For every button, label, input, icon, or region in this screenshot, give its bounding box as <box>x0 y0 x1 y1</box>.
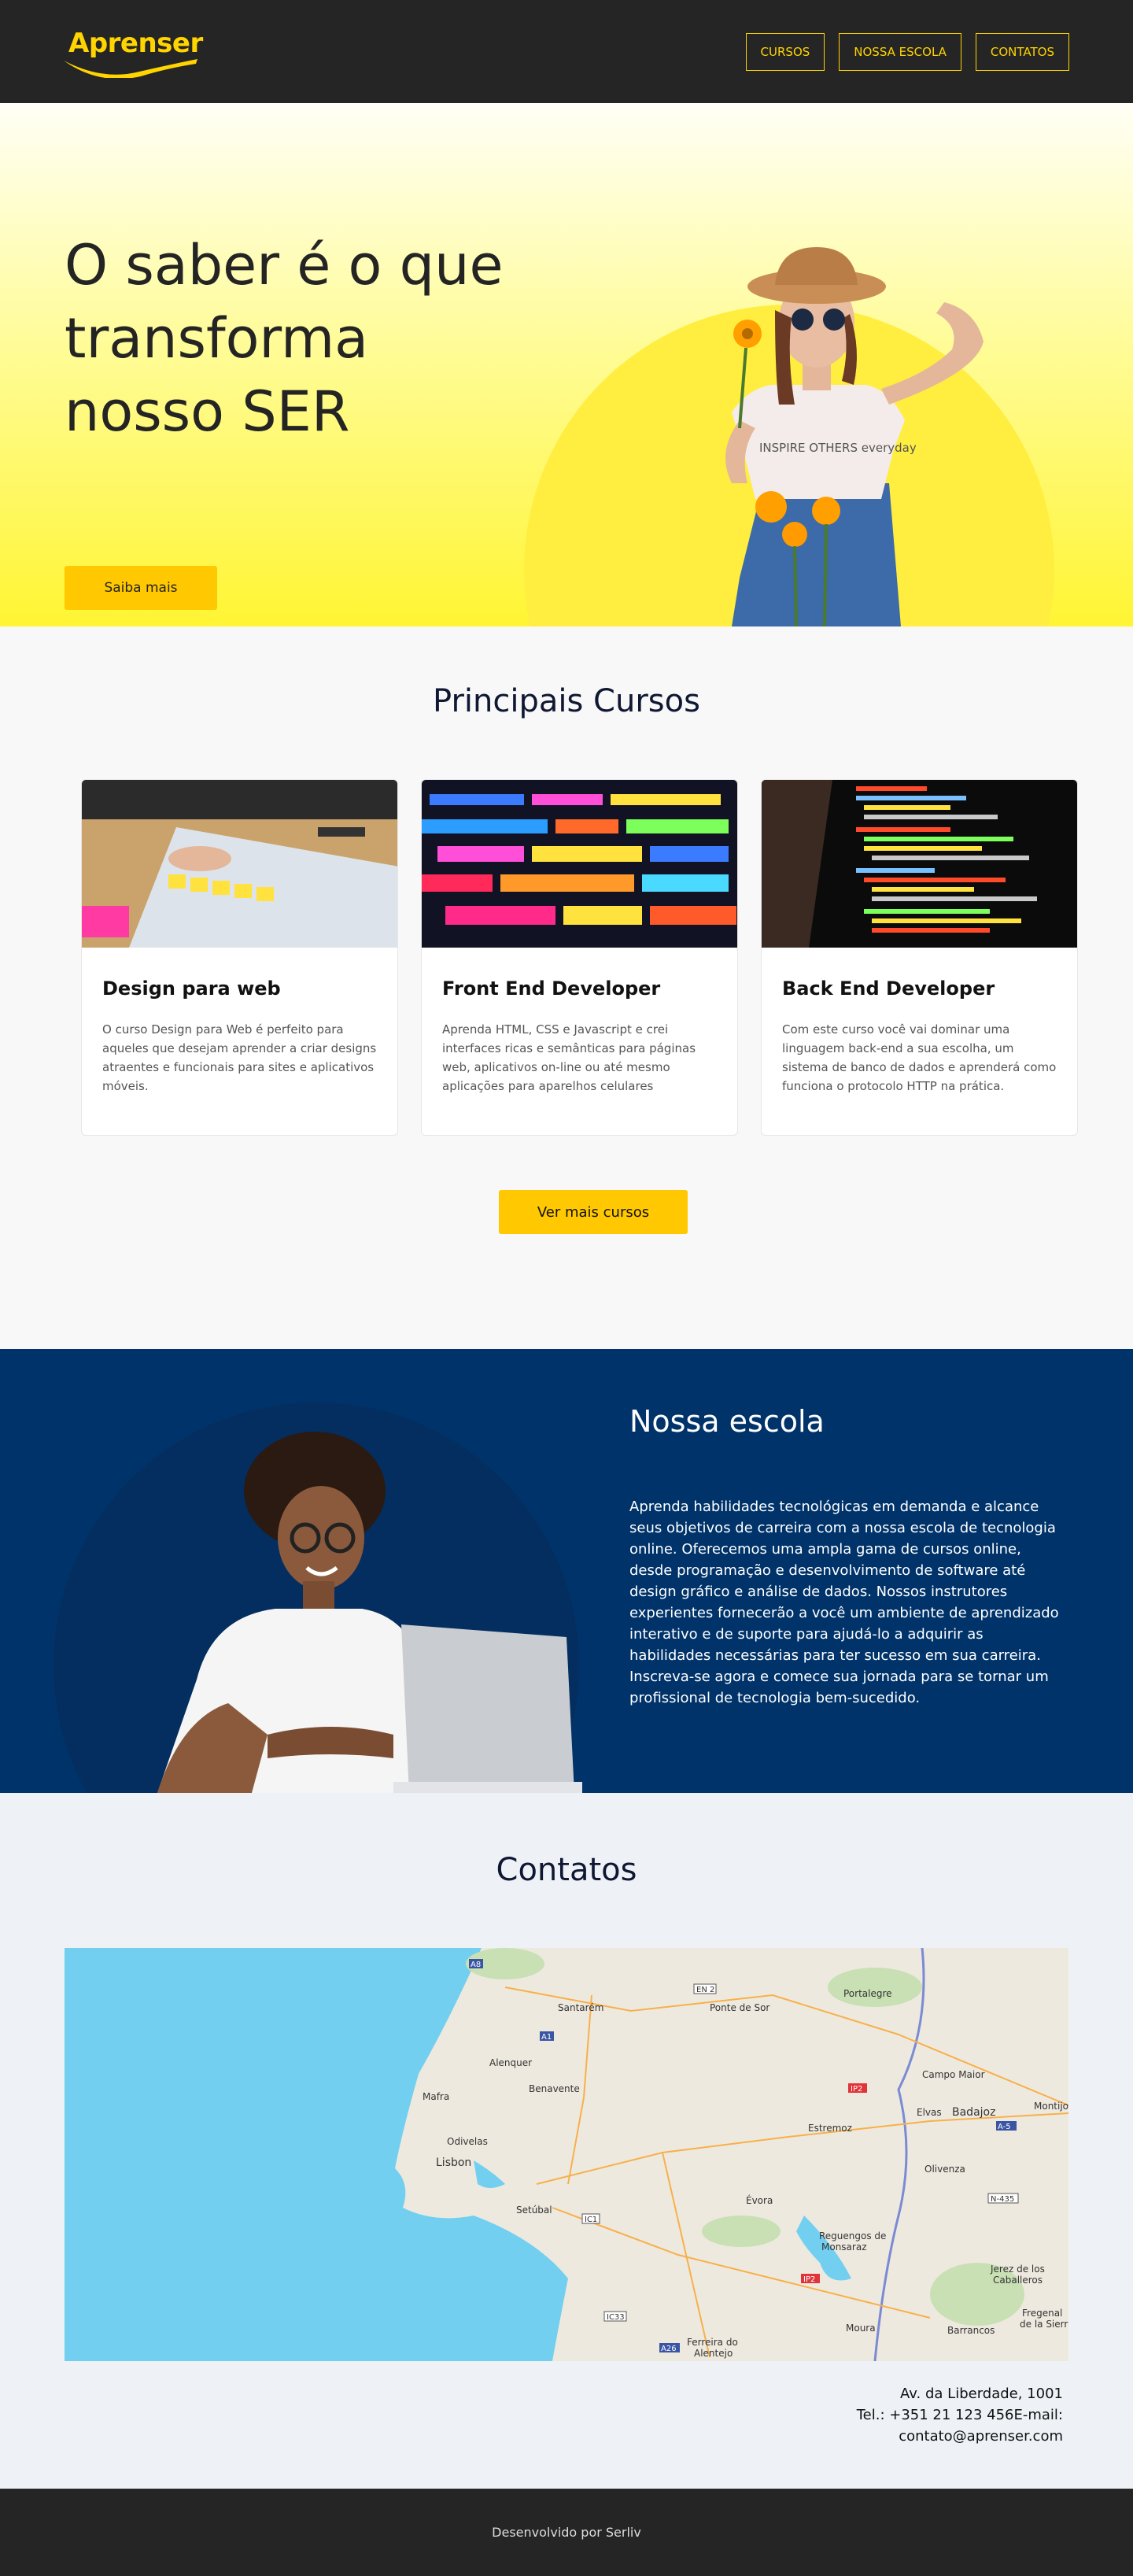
svg-text:Santarém: Santarém <box>558 2002 603 2013</box>
svg-text:Fregenal: Fregenal <box>1022 2308 1062 2319</box>
school-section: Nossa escola Aprenda habilidades tecnoló… <box>0 1349 1133 1793</box>
hero-title: O saber é o que transforma nosso SER <box>65 233 504 444</box>
logo[interactable]: Aprenser <box>64 26 203 78</box>
course-card-design[interactable]: Design para web O curso Design para Web … <box>81 779 398 1136</box>
design-course-image <box>82 780 397 948</box>
frontend-course-image <box>422 780 737 948</box>
svg-text:Reguengos de: Reguengos de <box>819 2230 886 2242</box>
logo-text: Aprenser <box>68 27 203 59</box>
svg-text:Odivelas: Odivelas <box>447 2136 488 2147</box>
saiba-mais-button[interactable]: Saiba mais <box>65 566 217 610</box>
contact-address: Av. da Liberdade, 1001 Tel.: +351 21 123… <box>857 2383 1063 2447</box>
svg-text:Lisbon: Lisbon <box>436 2157 471 2169</box>
svg-text:Ponte de Sor: Ponte de Sor <box>710 2002 769 2013</box>
svg-text:Portalegre: Portalegre <box>843 1988 892 1999</box>
svg-text:Évora: Évora <box>746 2194 773 2206</box>
course-card-frontend[interactable]: Front End Developer Aprenda HTML, CSS e … <box>421 779 738 1136</box>
contacts-title: Contatos <box>496 1852 637 1888</box>
svg-text:Setúbal: Setúbal <box>516 2205 552 2216</box>
student-laptop-image <box>157 1432 582 1793</box>
backend-course-image <box>762 780 1077 948</box>
svg-text:A1: A1 <box>541 2033 552 2042</box>
svg-text:Estremoz: Estremoz <box>808 2123 852 2134</box>
card-title: Design para web <box>102 978 281 1000</box>
ver-mais-cursos-button[interactable]: Ver mais cursos <box>499 1190 688 1234</box>
svg-text:Benavente: Benavente <box>529 2083 580 2094</box>
svg-text:Barrancos: Barrancos <box>947 2325 995 2336</box>
site-footer: Desenvolvido por Serliv <box>0 2489 1133 2576</box>
card-title: Front End Developer <box>442 978 661 1000</box>
courses-section: Principais Cursos Design para web O curs… <box>0 626 1133 1349</box>
svg-text:Caballeros: Caballeros <box>993 2275 1043 2286</box>
nav-cursos[interactable]: CURSOS <box>745 32 825 71</box>
course-cards: Design para web O curso Design para Web … <box>81 779 1078 1136</box>
email-line[interactable]: contato@aprenser.com <box>857 2426 1063 2447</box>
address-line: Av. da Liberdade, 1001 <box>900 2386 1063 2402</box>
svg-text:IP2: IP2 <box>851 2085 862 2094</box>
tshirt-print: INSPIRE OTHERS everyday <box>759 441 917 455</box>
svg-text:IP2: IP2 <box>803 2275 815 2284</box>
svg-text:Alenquer: Alenquer <box>489 2057 532 2068</box>
svg-text:EN 2: EN 2 <box>696 1986 714 1994</box>
card-text: Com este curso você vai dominar uma ling… <box>782 1022 1057 1093</box>
hero-section: O saber é o que transforma nosso SER Sai… <box>0 103 1133 626</box>
svg-text:Monsaraz: Monsaraz <box>821 2242 867 2253</box>
svg-text:Olivenza: Olivenza <box>924 2164 965 2175</box>
hero-woman-image: INSPIRE OTHERS everyday <box>725 247 984 626</box>
nav-contatos[interactable]: CONTATOS <box>975 32 1069 71</box>
contacts-section: Contatos Santarém Ponte de Sor Portalegr… <box>0 1793 1133 2489</box>
svg-text:Jerez de los: Jerez de los <box>990 2264 1045 2275</box>
svg-text:IC1: IC1 <box>585 2216 597 2224</box>
svg-text:Badajoz: Badajoz <box>952 2106 995 2119</box>
svg-text:Alentejo: Alentejo <box>694 2348 733 2359</box>
card-title: Back End Developer <box>782 978 995 1000</box>
nav-nossa-escola[interactable]: NOSSA ESCOLA <box>839 32 961 71</box>
card-text: O curso Design para Web é perfeito para … <box>102 1022 377 1093</box>
phone-line: Tel.: +351 21 123 456E-mail: <box>856 2407 1063 2423</box>
card-text: Aprenda HTML, CSS e Javascript e crei in… <box>442 1022 696 1093</box>
svg-text:Moura: Moura <box>846 2323 876 2334</box>
svg-text:A26: A26 <box>661 2345 677 2353</box>
site-header: Aprenser CURSOS NOSSA ESCOLA CONTATOS <box>0 0 1133 103</box>
footer-credit: Desenvolvido por Serliv <box>492 2525 641 2540</box>
location-map[interactable]: Santarém Ponte de Sor Portalegre Alenque… <box>65 1948 1068 2361</box>
svg-text:IC33: IC33 <box>607 2313 625 2322</box>
svg-text:A-5: A-5 <box>998 2123 1011 2131</box>
svg-text:de la Sierra: de la Sierra <box>1020 2319 1068 2330</box>
main-nav: CURSOS NOSSA ESCOLA CONTATOS <box>745 32 1069 71</box>
school-title: Nossa escola <box>629 1404 825 1439</box>
svg-text:A8: A8 <box>471 1961 481 1969</box>
svg-text:Montijo: Montijo <box>1034 2101 1068 2112</box>
school-description: Aprenda habilidades tecnológicas em dema… <box>629 1499 1059 1706</box>
svg-text:Campo Maior: Campo Maior <box>922 2069 985 2080</box>
courses-title: Principais Cursos <box>433 683 700 719</box>
svg-text:Ferreira do: Ferreira do <box>687 2337 738 2348</box>
svg-text:N-435: N-435 <box>991 2195 1014 2204</box>
course-card-backend[interactable]: Back End Developer Com este curso você v… <box>761 779 1078 1136</box>
logo-swoosh-icon <box>64 58 197 78</box>
svg-text:Mafra: Mafra <box>423 2091 449 2102</box>
svg-text:Elvas: Elvas <box>917 2107 942 2118</box>
